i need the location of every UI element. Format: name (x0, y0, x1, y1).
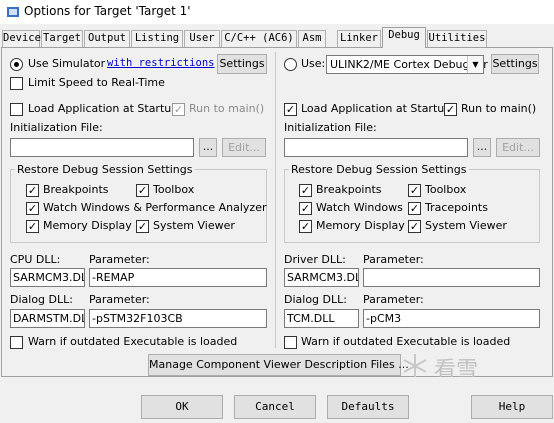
left-breakpoints-label: Breakpoints (43, 183, 109, 196)
cpu-param-label: Parameter: (89, 253, 150, 266)
left-init-file-input[interactable] (10, 138, 194, 157)
left-load-app-label: Load Application at Startup (28, 102, 179, 115)
right-breakpoints-checkbox[interactable]: ✓ (299, 184, 312, 197)
with-restrictions-link[interactable]: with restrictions (107, 57, 214, 69)
right-watch-windows-checkbox[interactable]: ✓ (299, 202, 312, 215)
tab-target[interactable]: Target (41, 30, 83, 47)
cpu-dll-label: CPU DLL: (10, 253, 61, 266)
left-dialog-param-label: Parameter: (89, 293, 150, 306)
right-run-to-main-label: Run to main() (461, 102, 537, 115)
right-edit-button[interactable]: Edit... (496, 138, 540, 157)
left-restore-group-label: Restore Debug Session Settings (15, 163, 195, 176)
left-watch-windows-checkbox[interactable]: ✓ (26, 202, 39, 215)
right-load-app-label: Load Application at Startup (301, 102, 452, 115)
driver-select-value: ULINK2/ME Cortex Debugger (330, 58, 488, 71)
tab-asm[interactable]: Asm (298, 30, 326, 47)
column-divider (275, 52, 276, 348)
use-simulator-radio[interactable] (10, 58, 23, 71)
right-toolbox-label: Toolbox (425, 183, 467, 196)
right-dialog-dll-input[interactable]: TCM.DLL (284, 309, 359, 328)
tab-listing[interactable]: Listing (131, 30, 183, 47)
left-system-viewer-checkbox[interactable]: ✓ (136, 220, 149, 233)
left-toolbox-label: Toolbox (153, 183, 195, 196)
defaults-button[interactable]: Defaults (327, 395, 409, 419)
left-run-to-main-label: Run to main() (189, 102, 265, 115)
driver-param-input[interactable] (363, 268, 540, 287)
manage-component-viewer-button[interactable]: Manage Component Viewer Description File… (148, 354, 409, 376)
right-breakpoints-label: Breakpoints (316, 183, 382, 196)
tab-user[interactable]: User (184, 30, 220, 47)
chevron-down-icon: ▼ (467, 56, 483, 73)
limit-speed-label: Limit Speed to Real-Time (28, 76, 165, 89)
left-dialog-param-input[interactable]: -pSTM32F103CB (89, 309, 267, 328)
driver-param-label: Parameter: (363, 253, 424, 266)
tab-strip: Device Target Output Listing User C/C++ … (0, 24, 554, 48)
right-init-file-label: Initialization File: (284, 121, 377, 134)
right-memory-display-label: Memory Display (316, 219, 405, 232)
app-icon (7, 7, 19, 17)
use-driver-radio[interactable] (284, 58, 297, 71)
driver-dll-input[interactable]: SARMCM3.DLL (284, 268, 359, 287)
driver-dll-label: Driver DLL: (284, 253, 346, 266)
right-warn-label: Warn if outdated Executable is loaded (301, 335, 511, 348)
cpu-dll-input[interactable]: SARMCM3.DLL (10, 268, 85, 287)
right-memory-display-checkbox[interactable]: ✓ (299, 220, 312, 233)
tab-cc[interactable]: C/C++ (AC6) (221, 30, 297, 47)
left-init-file-label: Initialization File: (10, 121, 103, 134)
right-tracepoints-label: Tracepoints (425, 201, 488, 214)
right-load-app-checkbox[interactable]: ✓ (284, 103, 297, 116)
right-warn-checkbox[interactable] (284, 336, 297, 349)
title-bar: Options for Target 'Target 1' (0, 0, 554, 24)
left-dialog-dll-label: Dialog DLL: (10, 293, 73, 306)
right-dialog-param-input[interactable]: -pCM3 (363, 309, 540, 328)
left-watch-windows-label: Watch Windows & Performance Analyzer (43, 201, 267, 214)
tab-output[interactable]: Output (84, 30, 130, 47)
tab-linker[interactable]: Linker (337, 30, 381, 47)
left-dialog-dll-input[interactable]: DARMSTM.DLL (10, 309, 85, 328)
right-init-file-input[interactable] (284, 138, 468, 157)
right-restore-group-label: Restore Debug Session Settings (289, 163, 469, 176)
snowflake-icon (403, 354, 427, 378)
right-dialog-dll-label: Dialog DLL: (284, 293, 347, 306)
left-run-to-main-checkbox[interactable]: ✓ (172, 103, 185, 116)
ok-button[interactable]: OK (141, 395, 223, 419)
help-button[interactable]: Help (471, 395, 553, 419)
use-simulator-label: Use Simulator (28, 57, 106, 70)
left-memory-display-label: Memory Display (43, 219, 132, 232)
cancel-button[interactable]: Cancel (234, 395, 316, 419)
left-breakpoints-checkbox[interactable]: ✓ (26, 184, 39, 197)
use-driver-label: Use: (301, 57, 326, 70)
left-edit-button[interactable]: Edit... (222, 138, 266, 157)
right-browse-button[interactable]: ... (473, 138, 491, 157)
right-toolbox-checkbox[interactable]: ✓ (408, 184, 421, 197)
driver-select[interactable]: ULINK2/ME Cortex Debugger ▼ (326, 55, 488, 74)
simulator-settings-button[interactable]: Settings (217, 54, 267, 74)
left-load-app-checkbox[interactable] (10, 103, 23, 116)
right-system-viewer-checkbox[interactable]: ✓ (408, 220, 421, 233)
left-memory-display-checkbox[interactable]: ✓ (26, 220, 39, 233)
right-tracepoints-checkbox[interactable]: ✓ (408, 202, 421, 215)
right-run-to-main-checkbox[interactable]: ✓ (444, 103, 457, 116)
right-watch-windows-label: Watch Windows (316, 201, 403, 214)
right-dialog-param-label: Parameter: (363, 293, 424, 306)
left-toolbox-checkbox[interactable]: ✓ (136, 184, 149, 197)
tab-utilities[interactable]: Utilities (427, 30, 487, 47)
left-browse-button[interactable]: ... (199, 138, 217, 157)
limit-speed-checkbox[interactable] (10, 77, 23, 90)
tab-device[interactable]: Device (2, 30, 41, 47)
left-warn-checkbox[interactable] (10, 336, 23, 349)
right-system-viewer-label: System Viewer (425, 219, 507, 232)
tab-debug[interactable]: Debug (382, 27, 426, 48)
window-title: Options for Target 'Target 1' (24, 4, 191, 18)
left-warn-label: Warn if outdated Executable is loaded (28, 335, 238, 348)
left-system-viewer-label: System Viewer (153, 219, 235, 232)
cpu-param-input[interactable]: -REMAP (89, 268, 267, 287)
driver-settings-button[interactable]: Settings (491, 54, 539, 74)
